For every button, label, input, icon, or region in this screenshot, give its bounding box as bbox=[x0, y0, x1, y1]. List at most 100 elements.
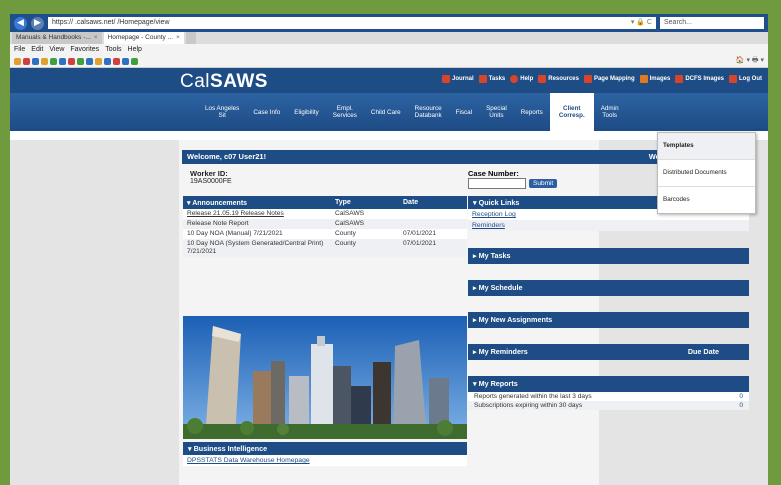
favorite-icon[interactable] bbox=[41, 57, 48, 65]
logo-text-part2: SAWS bbox=[210, 71, 268, 92]
announcements-header[interactable]: ▾ Announcements bbox=[183, 196, 331, 209]
app-header: CalSAWS Journal Tasks Help Resources Pag… bbox=[10, 68, 768, 93]
announcement-title: 10 Day NOA (System Generated/Central Pri… bbox=[183, 239, 331, 257]
favorite-icon[interactable] bbox=[113, 57, 120, 65]
main-navigation: Los Angeles Sit Case Info Eligibility Em… bbox=[10, 93, 768, 131]
worker-id-value: 19AS0000FE bbox=[190, 178, 232, 185]
dcfs-images-icon bbox=[675, 75, 684, 83]
nav-reports[interactable]: Reports bbox=[514, 109, 550, 116]
link-label: Tasks bbox=[488, 76, 506, 82]
my-reminders-panel: ▸ My Reminders Due Date bbox=[468, 344, 749, 360]
nav-los-angeles-sit[interactable]: Los Angeles Sit bbox=[198, 105, 246, 119]
favorite-icon[interactable] bbox=[14, 57, 21, 65]
calsaws-logo[interactable]: CalSAWS bbox=[180, 71, 268, 93]
tasks-link[interactable]: Tasks bbox=[478, 75, 506, 83]
dpsstats-link[interactable]: DPSSTATS Data Warehouse Homepage bbox=[183, 455, 467, 466]
report-label: Reports generated within the last 3 days bbox=[474, 393, 592, 400]
menu-tools[interactable]: Tools bbox=[105, 44, 121, 55]
favorite-icon[interactable] bbox=[104, 57, 111, 65]
my-schedule-header[interactable]: ▸ My Schedule bbox=[468, 280, 749, 296]
dropdown-item-templates[interactable]: Templates bbox=[658, 133, 755, 160]
table-row: Release Note Report CalSAWS bbox=[183, 219, 467, 229]
nav-special-units[interactable]: Special Units bbox=[479, 105, 514, 119]
resources-link[interactable]: Resources bbox=[538, 75, 579, 83]
my-schedule-panel: ▸ My Schedule bbox=[468, 280, 749, 296]
header-label: My Schedule bbox=[478, 283, 523, 292]
announcement-date: 07/01/2021 bbox=[403, 230, 437, 237]
nav-case-info[interactable]: Case Info bbox=[246, 109, 287, 116]
announcement-title[interactable]: Release 21.05.19 Release Notes bbox=[183, 209, 331, 219]
dropdown-item-distributed-documents[interactable]: Distributed Documents bbox=[658, 160, 755, 187]
images-link[interactable]: Images bbox=[639, 75, 670, 83]
my-tasks-header[interactable]: ▸ My Tasks bbox=[468, 248, 749, 264]
favorite-icon[interactable] bbox=[59, 57, 66, 65]
announcement-date bbox=[399, 209, 467, 219]
address-bar-row: ◀ ▶ https:// .calsaws.net/ /Homepage/vie… bbox=[10, 14, 768, 32]
browser-menu-bar: File Edit View Favorites Tools Help bbox=[10, 44, 768, 55]
menu-file[interactable]: File bbox=[14, 44, 25, 55]
due-date-header: Due Date bbox=[687, 347, 719, 356]
nav-resource-databank[interactable]: Resource Databank bbox=[408, 105, 449, 119]
favorite-icon[interactable] bbox=[86, 57, 93, 65]
nav-empl-services[interactable]: Empl. Services bbox=[326, 105, 364, 119]
favorite-icon[interactable] bbox=[131, 57, 138, 65]
close-icon[interactable]: × bbox=[176, 32, 180, 44]
favorite-icon[interactable] bbox=[68, 57, 75, 65]
menu-help[interactable]: Help bbox=[128, 44, 142, 55]
forward-arrow-icon[interactable]: ▶ bbox=[31, 16, 44, 30]
favorite-icon[interactable] bbox=[32, 57, 39, 65]
close-icon[interactable]: × bbox=[94, 32, 98, 44]
case-number-input[interactable] bbox=[468, 178, 526, 189]
page-content: Welcome, c07 User21! Wedn Worker ID: 19A… bbox=[10, 140, 768, 485]
browser-tab-homepage[interactable]: Homepage - County ... × bbox=[103, 32, 184, 44]
nav-admin-tools[interactable]: Admin Tools bbox=[594, 105, 626, 119]
favorite-icon[interactable] bbox=[77, 57, 84, 65]
url-field[interactable]: https:// .calsaws.net/ /Homepage/view ▾ … bbox=[48, 17, 656, 29]
my-reminders-header[interactable]: ▸ My Reminders Due Date bbox=[468, 344, 749, 360]
journal-icon bbox=[442, 75, 450, 83]
my-reports-panel: ▾ My Reports Reports generated within th… bbox=[468, 376, 749, 410]
dropdown-item-barcodes[interactable]: Barcodes bbox=[658, 187, 755, 213]
help-link[interactable]: Help bbox=[510, 75, 533, 83]
favorite-icon[interactable] bbox=[50, 57, 57, 65]
nav-eligibility[interactable]: Eligibility bbox=[287, 109, 326, 116]
log-out-link[interactable]: Log Out bbox=[729, 75, 762, 83]
back-arrow-icon[interactable]: ◀ bbox=[14, 16, 27, 30]
nav-fiscal[interactable]: Fiscal bbox=[449, 109, 479, 116]
browser-tools-icons[interactable]: 🏠 ▾ 🖶 ▾ bbox=[736, 56, 768, 67]
announcement-type: County bbox=[335, 230, 356, 237]
favorite-icon[interactable] bbox=[122, 57, 129, 65]
my-reports-header[interactable]: ▾ My Reports bbox=[468, 376, 749, 392]
reminders-link[interactable]: Reminders bbox=[468, 220, 749, 231]
page-mapping-link[interactable]: Page Mapping bbox=[583, 75, 635, 83]
my-new-assignments-header[interactable]: ▸ My New Assignments bbox=[468, 312, 749, 328]
announcements-panel: ▾ Announcements Type Date Release 21.05.… bbox=[183, 196, 467, 257]
date-header: Date bbox=[399, 196, 467, 209]
submit-button[interactable]: Submit bbox=[529, 179, 558, 188]
report-count[interactable]: 0 bbox=[739, 392, 743, 401]
new-tab-button[interactable] bbox=[185, 32, 196, 44]
business-intelligence-header[interactable]: ▾ Business Intelligence bbox=[183, 442, 467, 455]
journal-link[interactable]: Journal bbox=[442, 75, 474, 83]
page-mapping-icon bbox=[583, 75, 592, 83]
menu-edit[interactable]: Edit bbox=[31, 44, 43, 55]
menu-view[interactable]: View bbox=[49, 44, 64, 55]
menu-favorites[interactable]: Favorites bbox=[70, 44, 99, 55]
report-label: Subscriptions expiring within 30 days bbox=[474, 402, 583, 409]
url-controls[interactable]: ▾ 🔒 C bbox=[631, 17, 656, 29]
report-count[interactable]: 0 bbox=[739, 401, 743, 410]
header-label: Announcements bbox=[192, 199, 248, 207]
favorite-icon[interactable] bbox=[95, 57, 102, 65]
link-label: DCFS Images bbox=[685, 76, 724, 82]
nav-client-corresp[interactable]: Client Corresp. bbox=[549, 93, 594, 131]
nav-child-care[interactable]: Child Care bbox=[364, 109, 408, 116]
favorite-icon[interactable] bbox=[23, 57, 30, 65]
header-label: Business Intelligence bbox=[193, 444, 268, 453]
url-text: https:// .calsaws.net/ /Homepage/view bbox=[52, 19, 170, 26]
dcfs-images-link[interactable]: DCFS Images bbox=[675, 75, 724, 83]
announcement-date bbox=[399, 219, 467, 229]
case-number-block: Case Number: Submit bbox=[468, 169, 558, 189]
browser-tab-manuals[interactable]: Manuals & Handbooks -... × bbox=[12, 32, 102, 44]
announcement-title[interactable]: Release Note Report bbox=[183, 219, 331, 229]
browser-search-input[interactable]: Search... bbox=[660, 17, 764, 29]
